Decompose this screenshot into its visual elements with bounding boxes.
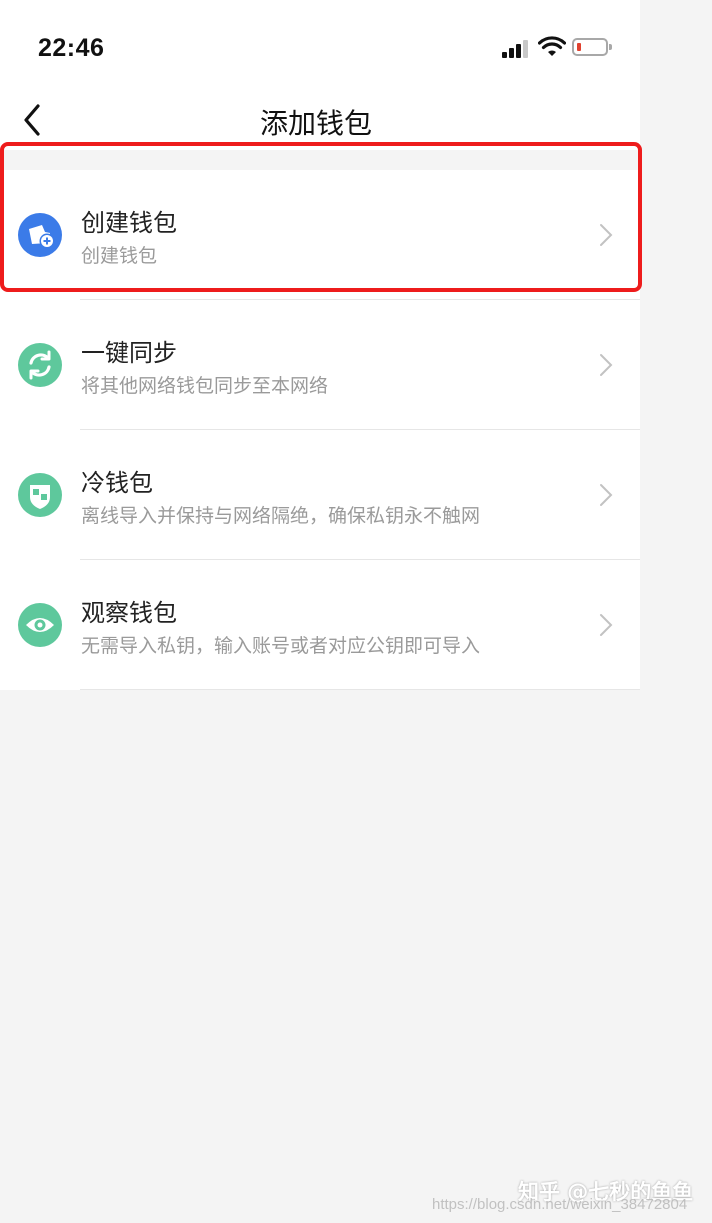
wallet-add-icon	[18, 213, 62, 257]
battery-level	[577, 43, 581, 51]
csdn-watermark: https://blog.csdn.net/weixin_38472804	[432, 1196, 688, 1213]
option-watch-wallet[interactable]: 观察钱包 无需导入私钥，输入账号或者对应公钥即可导入	[0, 560, 640, 690]
sync-icon	[18, 343, 62, 387]
page-title: 添加钱包	[259, 107, 372, 140]
divider	[80, 689, 640, 690]
chevron-right-icon	[600, 354, 613, 376]
option-description: 创建钱包	[81, 245, 158, 267]
option-title: 观察钱包	[81, 599, 177, 627]
chevron-right-icon	[600, 484, 613, 506]
cellular-signal-icon	[502, 38, 532, 58]
status-bar: 22:46	[0, 10, 640, 88]
option-cold-wallet[interactable]: 冷钱包 离线导入并保持与网络隔绝，确保私钥永不触网	[0, 430, 640, 560]
wallet-options-list: 创建钱包 创建钱包 一键同步 将其他网络钱包同步至本网络 冷钱包 离线导入并保持…	[0, 170, 640, 690]
option-description: 离线导入并保持与网络隔绝，确保私钥永不触网	[81, 505, 481, 527]
eye-icon	[18, 603, 62, 647]
option-create-wallet[interactable]: 创建钱包 创建钱包	[0, 170, 640, 300]
battery-icon	[572, 38, 612, 56]
option-description: 无需导入私钥，输入账号或者对应公钥即可导入	[81, 635, 481, 657]
option-one-click-sync[interactable]: 一键同步 将其他网络钱包同步至本网络	[0, 300, 640, 430]
option-title: 一键同步	[81, 339, 177, 367]
wifi-icon	[537, 36, 567, 58]
nav-bar: 添加钱包	[0, 88, 640, 150]
app-screen: 22:46 添加钱包 创建钱包 创建钱包 一键同步 将其他网络钱包同步至本网络 …	[0, 0, 642, 690]
option-title: 创建钱包	[81, 209, 177, 237]
chevron-right-icon	[600, 614, 613, 636]
option-title: 冷钱包	[81, 469, 153, 497]
section-gap	[0, 150, 640, 170]
option-description: 将其他网络钱包同步至本网络	[81, 375, 329, 397]
cold-wallet-shield-icon	[18, 473, 62, 517]
status-time: 22:46	[38, 34, 105, 62]
chevron-right-icon	[600, 224, 613, 246]
